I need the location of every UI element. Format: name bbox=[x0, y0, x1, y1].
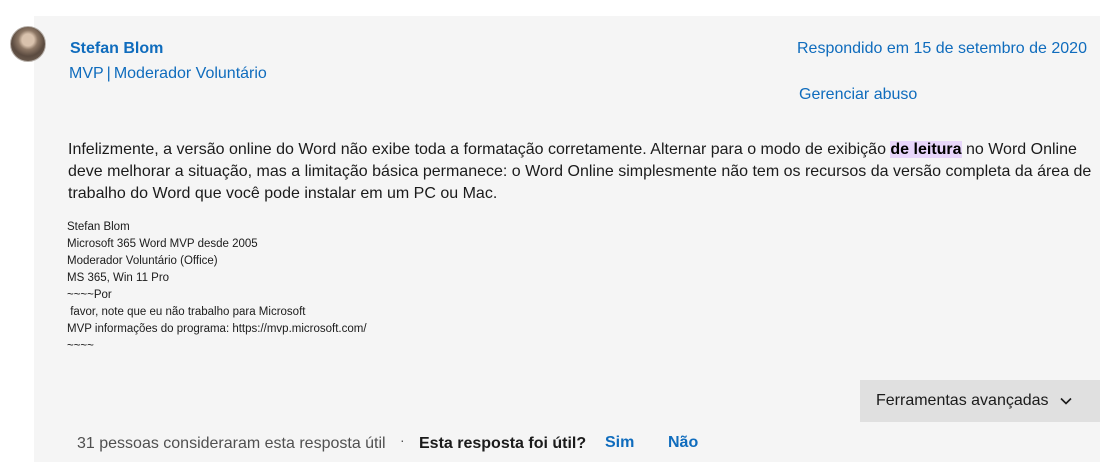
author-name-link[interactable]: Stefan Blom bbox=[70, 40, 163, 58]
feedback-bar: 31 pessoas consideraram esta resposta út… bbox=[0, 432, 1100, 456]
author-roles: MVP | Moderador Voluntário bbox=[69, 65, 267, 83]
author-avatar[interactable] bbox=[10, 26, 46, 62]
helpful-count: 31 pessoas consideraram esta resposta út… bbox=[77, 435, 386, 452]
role-moderator-link[interactable]: Moderador Voluntário bbox=[114, 65, 267, 82]
role-mvp-link[interactable]: MVP bbox=[69, 65, 104, 82]
answer-body: Infelizmente, a versão online do Word nã… bbox=[68, 139, 1100, 205]
advanced-tools-button[interactable]: Ferramentas avançadas bbox=[860, 380, 1100, 422]
role-separator: | bbox=[106, 65, 111, 82]
helpful-question: Esta resposta foi útil? bbox=[419, 435, 587, 452]
signature-line: favor, note que eu não trabalho para Mic… bbox=[67, 306, 306, 318]
no-button[interactable]: Não bbox=[668, 434, 698, 452]
author-signature: Stefan Blom Microsoft 365 Word MVP desde… bbox=[67, 219, 367, 355]
advanced-tools-label: Ferramentas avançadas bbox=[876, 392, 1049, 409]
signature-line: ~~~~Por bbox=[67, 289, 112, 301]
signature-line: MS 365, Win 11 Pro bbox=[67, 272, 170, 284]
signature-line: Microsoft 365 Word MVP desde 2005 bbox=[67, 238, 258, 250]
footer-separator: · bbox=[400, 432, 405, 448]
chevron-down-icon bbox=[1059, 397, 1072, 405]
yes-button[interactable]: Sim bbox=[605, 434, 634, 452]
signature-line: MVP informações do programa: https://mvp… bbox=[67, 323, 367, 335]
highlighted-text: de leitura bbox=[890, 141, 962, 158]
signature-line: Stefan Blom bbox=[67, 221, 130, 233]
signature-line: Moderador Voluntário (Office) bbox=[67, 255, 218, 267]
signature-line: ~~~~ bbox=[67, 340, 94, 352]
body-text-before: Infelizmente, a versão online do Word nã… bbox=[68, 141, 891, 158]
manage-abuse-link[interactable]: Gerenciar abuso bbox=[799, 86, 917, 104]
reply-date-link[interactable]: Respondido em 15 de setembro de 2020 bbox=[797, 40, 1087, 58]
